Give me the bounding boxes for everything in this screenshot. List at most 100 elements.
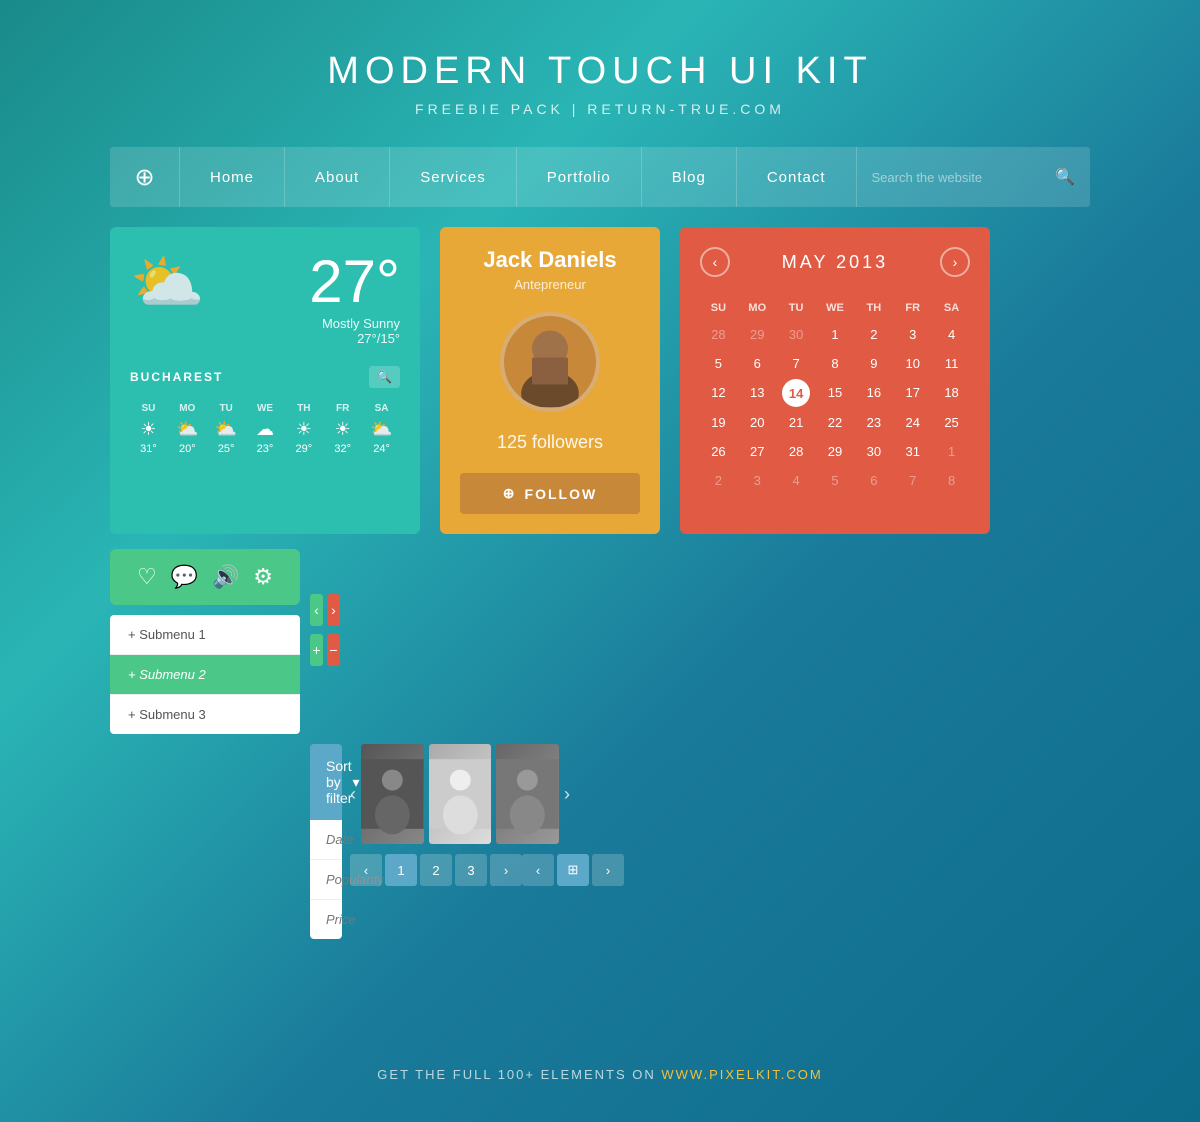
cal-day[interactable]: 1	[933, 438, 970, 465]
cal-day[interactable]: 21	[778, 409, 815, 436]
chat-icon[interactable]: 💬	[171, 564, 198, 590]
weather-day-sa: SA ⛅ 24°	[363, 403, 400, 455]
cal-day[interactable]: 25	[933, 409, 970, 436]
cal-day[interactable]: 13	[739, 379, 776, 407]
cal-day[interactable]: 24	[894, 409, 931, 436]
cal-day[interactable]: 10	[894, 350, 931, 377]
cal-day[interactable]: 3	[739, 467, 776, 494]
cal-day[interactable]: 3	[894, 321, 931, 348]
cal-day[interactable]: 12	[700, 379, 737, 407]
gallery-controls: ‹ 1 2 3 › ‹ ⊞ ›	[350, 854, 570, 886]
cal-header-su: SU	[700, 297, 737, 319]
gallery-next-icon[interactable]: ›	[564, 784, 570, 805]
weather-day-tu: TU ⛅ 25°	[208, 403, 245, 455]
gallery-prev-icon[interactable]: ‹	[350, 784, 356, 805]
submenu-item-3[interactable]: + Submenu 3	[110, 695, 300, 734]
cal-day[interactable]: 2	[855, 321, 892, 348]
page-3-button[interactable]: 3	[455, 854, 487, 886]
nav-search[interactable]: 🔍	[857, 167, 1090, 187]
nav-logo[interactable]: ⊕	[110, 147, 180, 207]
cal-day[interactable]: 4	[933, 321, 970, 348]
follow-label: FOLLOW	[525, 486, 598, 502]
weather-search-icon: 🔍	[377, 370, 392, 384]
cal-day[interactable]: 7	[778, 350, 815, 377]
cal-day[interactable]: 18	[933, 379, 970, 407]
cal-day[interactable]: 5	[700, 350, 737, 377]
cal-day[interactable]: 4	[778, 467, 815, 494]
cal-day[interactable]: 30	[778, 321, 815, 348]
page-next-button[interactable]: ›	[490, 854, 522, 886]
prev-button[interactable]: ‹	[310, 594, 323, 626]
cal-day[interactable]: 2	[700, 467, 737, 494]
calendar-grid: SU MO TU WE TH FR SA 28 29 30 1 2 3 4 5 …	[700, 297, 970, 494]
filter-header[interactable]: Sort by filter ▾	[310, 744, 342, 820]
cal-day[interactable]: 20	[739, 409, 776, 436]
cal-day[interactable]: 8	[817, 350, 854, 377]
weather-city: BUCHAREST	[130, 370, 369, 384]
footer-link[interactable]: WWW.PIXELKIT.COM	[661, 1067, 822, 1082]
cal-day[interactable]: 29	[739, 321, 776, 348]
cal-day[interactable]: 6	[739, 350, 776, 377]
cal-day[interactable]: 29	[817, 438, 854, 465]
filter-option-date[interactable]: Date	[310, 820, 342, 860]
filter-option-popularity[interactable]: Popularity	[310, 860, 342, 900]
volume-icon[interactable]: 🔊	[212, 564, 239, 590]
cal-day[interactable]: 8	[933, 467, 970, 494]
page-prev-button[interactable]: ‹	[350, 854, 382, 886]
cal-day[interactable]: 16	[855, 379, 892, 407]
cal-day[interactable]: 31	[894, 438, 931, 465]
settings-icon[interactable]: ⚙	[253, 564, 273, 590]
nav-item-blog[interactable]: Blog	[642, 147, 737, 207]
nav-item-home[interactable]: Home	[180, 147, 285, 207]
cal-day[interactable]: 6	[855, 467, 892, 494]
page-1-button[interactable]: 1	[385, 854, 417, 886]
cal-day[interactable]: 7	[894, 467, 931, 494]
gallery-thumb-1[interactable]	[361, 744, 424, 844]
cal-day[interactable]: 11	[933, 350, 970, 377]
follow-button[interactable]: ⊕ FOLLOW	[460, 473, 640, 514]
weather-day-we: WE ☁ 23°	[247, 403, 284, 455]
next-button[interactable]: ›	[327, 594, 340, 626]
filter-option-price[interactable]: Price	[310, 900, 342, 939]
cal-day-today[interactable]: 14	[782, 379, 810, 407]
weather-day-fr: FR ☀ 32°	[324, 403, 361, 455]
nav-item-contact[interactable]: Contact	[737, 147, 857, 207]
cal-header-fr: FR	[894, 297, 931, 319]
social-role: Antepreneur	[514, 277, 586, 292]
decrement-button[interactable]: −	[327, 634, 340, 666]
nav-item-about[interactable]: About	[285, 147, 390, 207]
cal-day[interactable]: 19	[700, 409, 737, 436]
nav-items: Home About Services Portfolio Blog Conta…	[180, 147, 857, 207]
search-icon[interactable]: 🔍	[1055, 167, 1075, 187]
cal-day[interactable]: 28	[700, 321, 737, 348]
gallery-thumb-3[interactable]	[496, 744, 559, 844]
view-grid-button[interactable]: ⊞	[557, 854, 589, 886]
heart-icon[interactable]: ♡	[137, 564, 157, 590]
cal-day[interactable]: 28	[778, 438, 815, 465]
cal-day[interactable]: 1	[817, 321, 854, 348]
cal-header-th: TH	[855, 297, 892, 319]
cal-day[interactable]: 30	[855, 438, 892, 465]
nav-item-services[interactable]: Services	[390, 147, 517, 207]
increment-button[interactable]: +	[310, 634, 323, 666]
cal-day[interactable]: 5	[817, 467, 854, 494]
cal-day[interactable]: 22	[817, 409, 854, 436]
search-input[interactable]	[872, 170, 1056, 185]
view-prev-button[interactable]: ‹	[522, 854, 554, 886]
cal-day[interactable]: 27	[739, 438, 776, 465]
gallery-thumb-2[interactable]	[429, 744, 492, 844]
submenu-item-2[interactable]: + Submenu 2	[110, 655, 300, 695]
cal-day[interactable]: 23	[855, 409, 892, 436]
calendar-next-button[interactable]: ›	[940, 247, 970, 277]
nav-item-portfolio[interactable]: Portfolio	[517, 147, 642, 207]
calendar-prev-button[interactable]: ‹	[700, 247, 730, 277]
weather-search-box[interactable]: 🔍	[369, 366, 400, 388]
submenu-item-1[interactable]: + Submenu 1	[110, 615, 300, 655]
cal-day[interactable]: 26	[700, 438, 737, 465]
cal-day[interactable]: 9	[855, 350, 892, 377]
page-2-button[interactable]: 2	[420, 854, 452, 886]
cal-day[interactable]: 17	[894, 379, 931, 407]
view-next-button[interactable]: ›	[592, 854, 624, 886]
calendar-header: ‹ MAY 2013 ›	[700, 247, 970, 277]
cal-day[interactable]: 15	[817, 379, 854, 407]
